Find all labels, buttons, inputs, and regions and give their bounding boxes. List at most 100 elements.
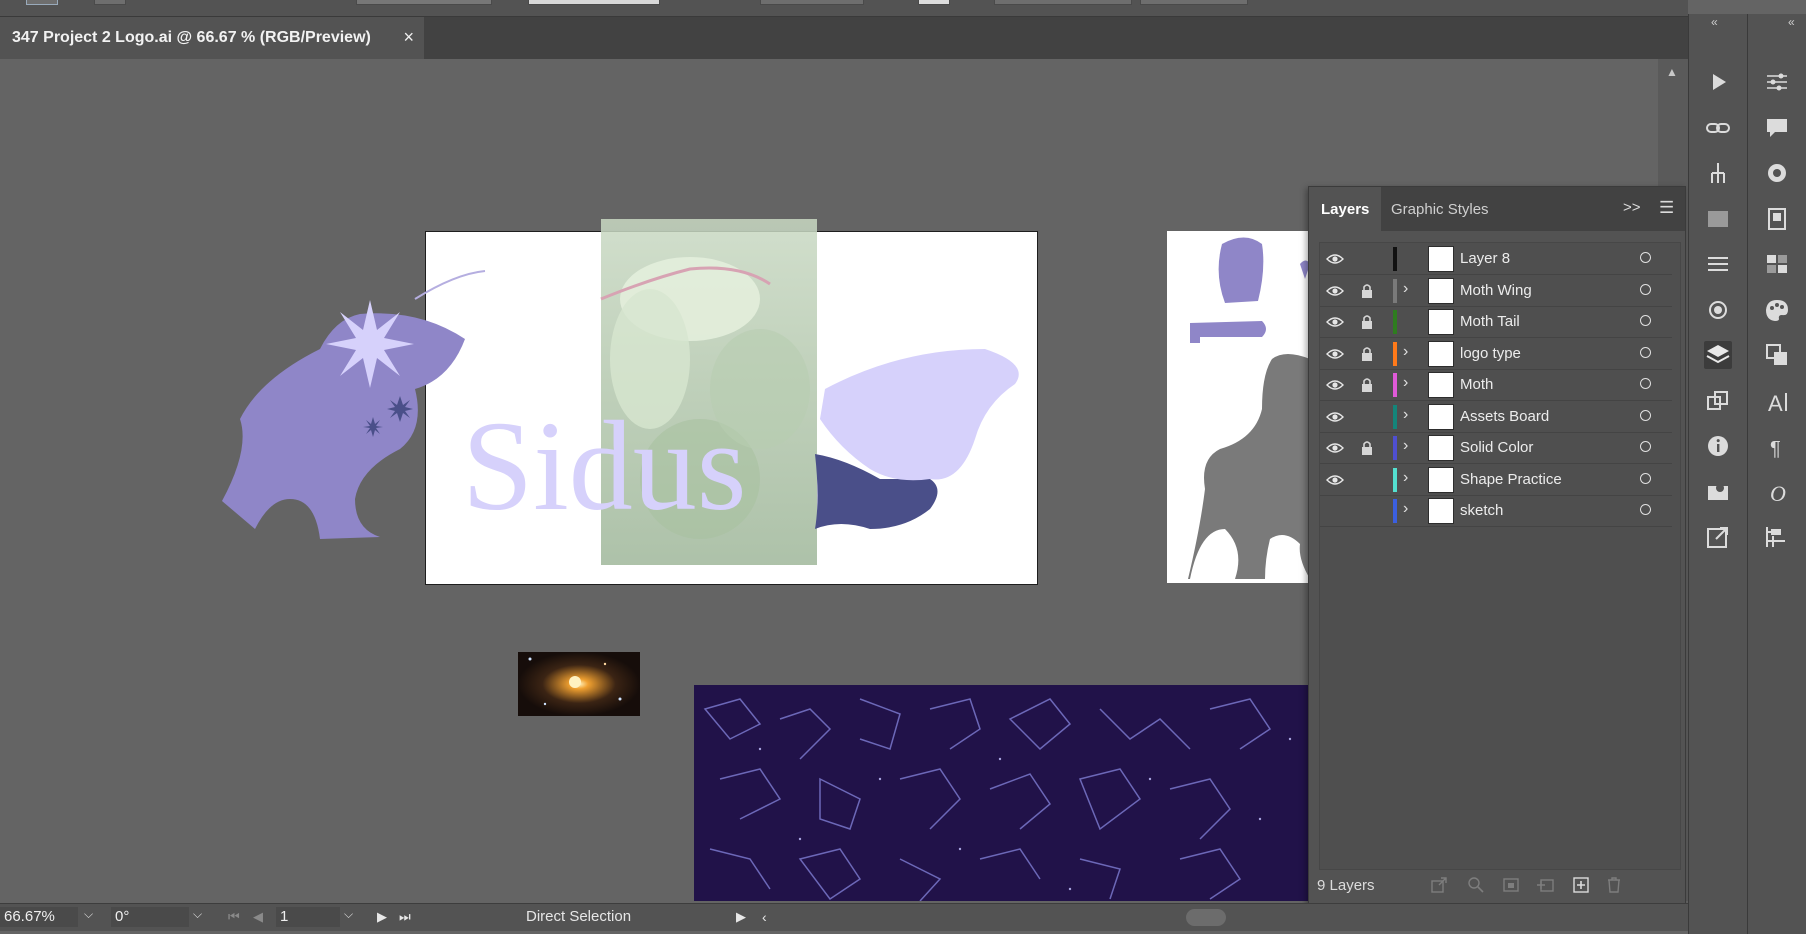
locate-object-icon[interactable] [1466, 875, 1486, 895]
visibility-eye-icon[interactable] [1326, 471, 1344, 489]
target-circle-icon[interactable] [1640, 472, 1651, 484]
visibility-eye-icon[interactable] [1326, 345, 1344, 363]
delete-layer-icon[interactable] [1604, 875, 1624, 895]
appearance-icon[interactable] [1704, 296, 1732, 324]
target-circle-icon[interactable] [1640, 441, 1651, 452]
lock-icon[interactable] [1360, 313, 1374, 331]
tab-layers[interactable]: Layers [1309, 187, 1382, 231]
layer-row[interactable]: › Assets Board [1320, 401, 1672, 433]
collapse-dock-icon[interactable]: « [1788, 15, 1795, 29]
visibility-eye-icon[interactable] [1326, 408, 1344, 426]
lock-icon[interactable] [1360, 376, 1374, 394]
expand-chevron-icon[interactable]: › [1403, 437, 1408, 455]
target-circle-icon[interactable] [1640, 346, 1651, 358]
document-tab[interactable]: 347 Project 2 Logo.ai @ 66.67 % (RGB/Pre… [0, 17, 424, 59]
layer-row[interactable]: › logo type [1320, 338, 1672, 370]
properties-icon[interactable] [1763, 68, 1791, 96]
color-guide-icon[interactable] [1763, 159, 1791, 187]
layer-name[interactable]: logo type [1460, 345, 1521, 362]
rotation-field[interactable]: 0° [111, 907, 189, 927]
logo-type-text[interactable]: Sidus [462, 395, 747, 537]
style-field[interactable] [760, 0, 864, 5]
target-circle-icon[interactable] [1640, 504, 1651, 515]
layer-row[interactable]: › Shape Practice [1320, 464, 1672, 496]
constellation-pattern[interactable] [694, 685, 1310, 901]
layer-name[interactable]: Moth Wing [1460, 282, 1532, 299]
rotation-dropdown-icon[interactable]: ⌵ [193, 907, 202, 922]
artboard-dropdown-icon[interactable]: ⌵ [344, 907, 353, 922]
artboard-number-field[interactable]: 1 [276, 907, 340, 927]
lock-icon[interactable] [1360, 282, 1374, 300]
zoom-dropdown-icon[interactable]: ⌵ [84, 907, 93, 922]
layer-name[interactable]: Moth [1460, 376, 1493, 393]
moth-wing-shape[interactable] [815, 349, 1019, 529]
layer-name[interactable]: sketch [1460, 502, 1503, 519]
link-icon[interactable] [1704, 114, 1732, 142]
stroke-icon[interactable] [1704, 250, 1732, 278]
transform-y-field[interactable] [1140, 0, 1248, 5]
lock-icon[interactable] [1360, 345, 1374, 363]
visibility-eye-icon[interactable] [1326, 313, 1344, 331]
share-icon[interactable] [1704, 523, 1732, 551]
expand-chevron-icon[interactable]: › [1403, 280, 1408, 298]
layer-name[interactable]: Shape Practice [1460, 471, 1562, 488]
layer-name[interactable]: Layer 8 [1460, 250, 1510, 267]
export-assets-icon[interactable] [1429, 875, 1449, 895]
opacity-swatch[interactable] [918, 0, 950, 5]
comments-icon[interactable] [1763, 114, 1791, 142]
info-icon[interactable] [1704, 432, 1732, 460]
moth-body-shape[interactable] [222, 270, 486, 539]
new-layer-icon[interactable] [1571, 875, 1591, 895]
close-tab-button[interactable]: × [403, 27, 414, 48]
layer-name[interactable]: Assets Board [1460, 408, 1549, 425]
color-icon[interactable] [1763, 296, 1791, 324]
new-sublayer-icon[interactable] [1535, 875, 1555, 895]
panel-menu-icon[interactable]: ☰ [1659, 198, 1674, 218]
collapse-dock-icon[interactable]: « [1711, 15, 1718, 29]
layer-row[interactable]: › Moth Wing [1320, 275, 1672, 307]
stroke-weight-field[interactable] [356, 0, 492, 5]
visibility-eye-icon[interactable] [1326, 439, 1344, 457]
transform-x-field[interactable] [994, 0, 1132, 5]
expand-chevron-icon[interactable]: › [1403, 343, 1408, 361]
variable-width-field[interactable] [528, 0, 660, 5]
expand-chevron-icon[interactable]: › [1403, 406, 1408, 424]
layer-row[interactable]: Moth Tail [1320, 306, 1672, 338]
layer-row[interactable]: › Solid Color [1320, 432, 1672, 464]
tab-graphic-styles[interactable]: Graphic Styles [1379, 187, 1501, 231]
puppet-warp-icon[interactable] [1704, 159, 1732, 187]
expand-chevron-icon[interactable]: › [1403, 469, 1408, 487]
gray-moth-shape[interactable] [1188, 237, 1310, 580]
zoom-field[interactable]: 66.67% [0, 907, 78, 927]
character-icon[interactable]: A [1763, 387, 1791, 416]
target-circle-icon[interactable] [1640, 252, 1651, 263]
paragraph-icon[interactable]: ¶ [1763, 432, 1791, 460]
stroke-swatch[interactable] [94, 0, 126, 5]
layer-row[interactable]: › Moth [1320, 369, 1672, 401]
target-circle-icon[interactable] [1640, 409, 1651, 421]
gradient-icon[interactable] [1704, 205, 1732, 233]
layer-row[interactable]: › sketch [1320, 495, 1672, 527]
swatches-icon[interactable] [1763, 250, 1791, 278]
star-photo[interactable] [518, 652, 640, 716]
next-artboard-icon[interactable]: ▶ [377, 909, 387, 925]
visibility-eye-icon[interactable] [1326, 376, 1344, 394]
collapse-panel-button[interactable]: >> [1623, 199, 1641, 216]
align-icon[interactable] [1763, 523, 1791, 551]
visibility-eye-icon[interactable] [1326, 250, 1344, 268]
pathfinder-icon[interactable] [1763, 341, 1791, 369]
last-artboard-icon[interactable]: ⏭ [399, 909, 411, 925]
scroll-left-icon[interactable]: ‹ [762, 909, 767, 925]
target-circle-icon[interactable] [1640, 378, 1651, 389]
target-circle-icon[interactable] [1640, 283, 1651, 295]
horizontal-scrollbar-thumb[interactable] [1186, 909, 1226, 926]
previous-artboard-icon[interactable]: ◀ [253, 909, 263, 925]
layer-list[interactable]: Layer 8 › Moth Wing Moth Tail › logo type › Mot… [1319, 242, 1681, 870]
libraries-icon[interactable] [1763, 205, 1791, 233]
opentype-icon[interactable]: O [1763, 478, 1791, 506]
layer-row[interactable]: Layer 8 [1320, 243, 1672, 275]
play-icon[interactable] [1704, 68, 1732, 96]
target-circle-icon[interactable] [1640, 315, 1651, 326]
status-menu-icon[interactable]: ▶ [736, 909, 746, 925]
layer-name[interactable]: Solid Color [1460, 439, 1533, 456]
